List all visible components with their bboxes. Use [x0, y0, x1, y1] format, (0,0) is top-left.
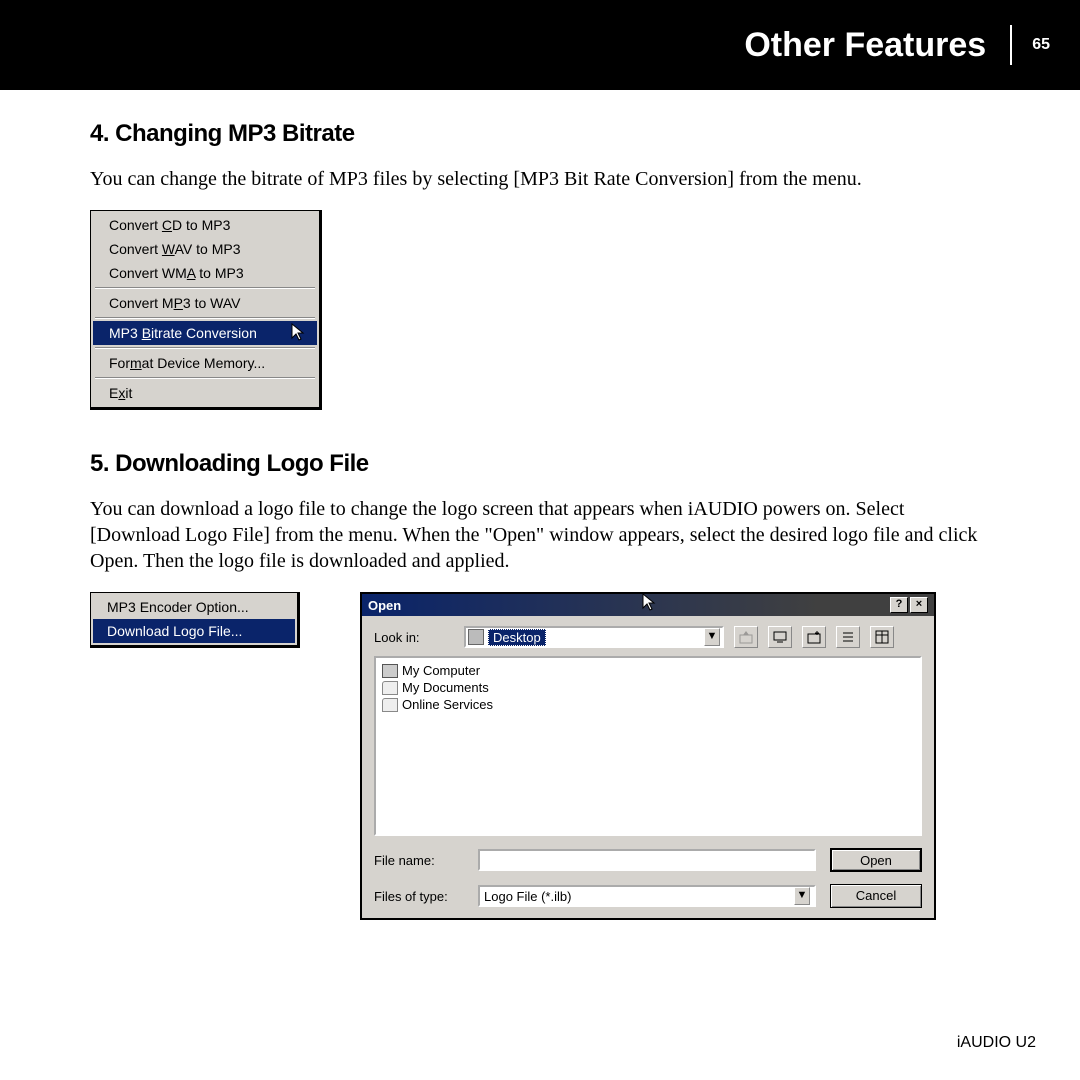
folder-icon — [382, 681, 398, 695]
lookin-combo[interactable]: Desktop ▼ — [464, 626, 724, 648]
menu-item-exit[interactable]: Exit — [93, 381, 317, 405]
menu-separator — [95, 317, 315, 319]
computer-icon — [382, 664, 398, 678]
menu-item-encoder-option[interactable]: MP3 Encoder Option... — [93, 595, 295, 619]
list-item-label: Online Services — [402, 697, 493, 712]
cancel-button[interactable]: Cancel — [830, 884, 922, 908]
file-list[interactable]: My Computer My Documents Online Services — [374, 656, 922, 836]
menu-item-cd-to-mp3[interactable]: Convert CD to MP3 — [93, 213, 317, 237]
filename-label: File name: — [374, 853, 464, 868]
chevron-down-icon[interactable]: ▼ — [794, 887, 810, 905]
menu-item-format-memory[interactable]: Format Device Memory... — [93, 351, 317, 375]
list-item[interactable]: My Documents — [382, 679, 914, 696]
help-button[interactable]: ? — [890, 597, 908, 613]
menu-separator — [95, 287, 315, 289]
menu-item-download-logo[interactable]: Download Logo File... — [93, 619, 295, 643]
menu-item-wav-to-mp3[interactable]: Convert WAV to MP3 — [93, 237, 317, 261]
close-button[interactable]: × — [910, 597, 928, 613]
dialog-titlebar[interactable]: Open ? × — [362, 594, 934, 616]
open-dialog: Open ? × Look in: Desktop ▼ — [360, 592, 936, 920]
dialog-title: Open — [368, 598, 888, 613]
list-item[interactable]: Online Services — [382, 696, 914, 713]
list-item[interactable]: My Computer — [382, 662, 914, 679]
footer-product: iAUDIO U2 — [957, 1034, 1036, 1052]
desktop-icon — [468, 629, 484, 645]
menu-item-mp3-to-wav[interactable]: Convert MP3 to WAV — [93, 291, 317, 315]
header-bar: Other Features 65 — [0, 0, 1080, 90]
page-number: 65 — [1032, 36, 1050, 54]
lookin-value: Desktop — [488, 629, 546, 646]
convert-menu: Convert CD to MP3 Convert WAV to MP3 Con… — [90, 210, 322, 410]
header-divider — [1010, 25, 1012, 65]
lookin-label: Look in: — [374, 630, 458, 645]
details-view-button[interactable] — [870, 626, 894, 648]
cursor-icon — [642, 593, 658, 616]
open-button[interactable]: Open — [830, 848, 922, 872]
filetype-value: Logo File (*.ilb) — [484, 889, 571, 904]
new-folder-button[interactable] — [802, 626, 826, 648]
filetype-combo[interactable]: Logo File (*.ilb) ▼ — [478, 885, 816, 907]
menu-separator — [95, 377, 315, 379]
page-title: Other Features — [744, 26, 986, 65]
menu-item-bitrate-conversion[interactable]: MP3 Bitrate Conversion — [93, 321, 317, 345]
list-item-label: My Computer — [402, 663, 480, 678]
filename-input[interactable] — [478, 849, 816, 871]
list-view-button[interactable] — [836, 626, 860, 648]
up-folder-button[interactable] — [734, 626, 758, 648]
section5-heading: 5. Downloading Logo File — [90, 450, 990, 478]
section4-heading: 4. Changing MP3 Bitrate — [90, 120, 990, 148]
menu-item-wma-to-mp3[interactable]: Convert WMA to MP3 — [93, 261, 317, 285]
section5-body: You can download a logo file to change t… — [90, 496, 990, 574]
section4-body: You can change the bitrate of MP3 files … — [90, 166, 990, 192]
filetype-label: Files of type: — [374, 889, 464, 904]
download-menu: MP3 Encoder Option... Download Logo File… — [90, 592, 300, 648]
folder-icon — [382, 698, 398, 712]
desktop-button[interactable] — [768, 626, 792, 648]
menu-separator — [95, 347, 315, 349]
list-item-label: My Documents — [402, 680, 489, 695]
chevron-down-icon[interactable]: ▼ — [704, 628, 720, 646]
